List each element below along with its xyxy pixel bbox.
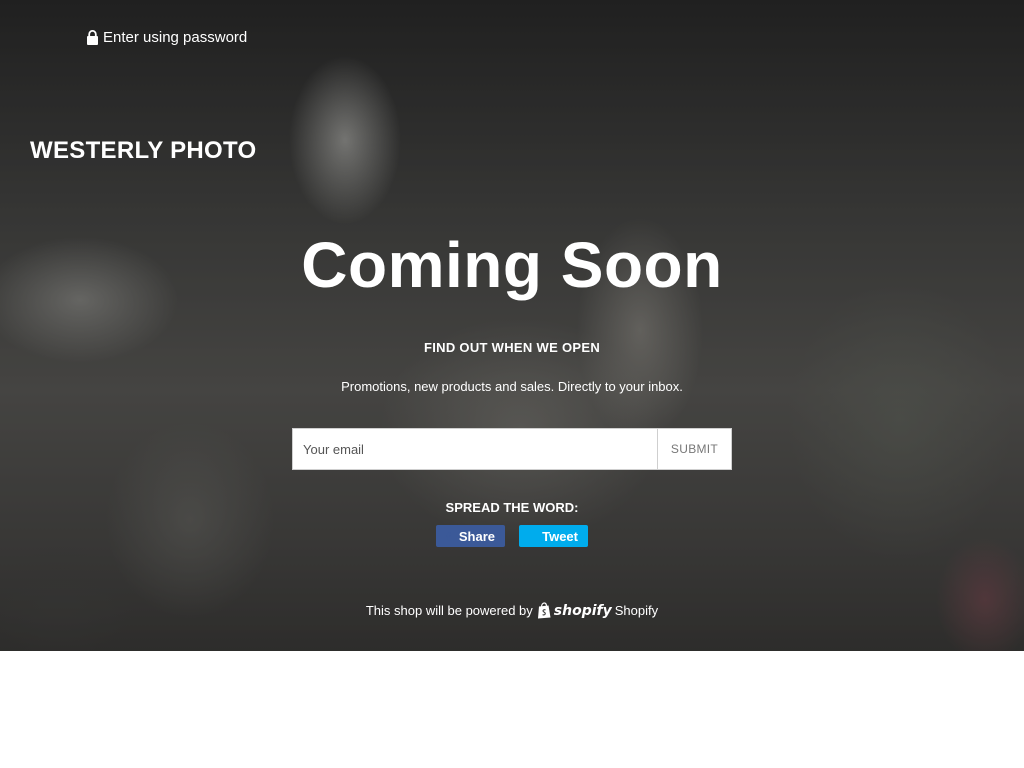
facebook-icon	[446, 532, 451, 541]
powered-by-footer: This shop will be powered by shopify Sho…	[0, 602, 1024, 619]
newsletter-description: Promotions, new products and sales. Dire…	[341, 379, 683, 394]
shopify-bag-icon	[537, 602, 551, 619]
enter-password-label: Enter using password	[103, 29, 248, 46]
background-overlay	[0, 0, 1024, 651]
page-title: Coming Soon	[301, 229, 723, 301]
twitter-tweet-button[interactable]: Tweet	[519, 525, 588, 547]
store-name: WESTERLY PHOTO	[30, 137, 257, 164]
shopify-link-label: Shopify	[614, 603, 659, 618]
newsletter-heading: FIND OUT WHEN WE OPEN	[423, 340, 601, 355]
facebook-share-label: Share	[458, 528, 495, 544]
hero-section: Enter using password WESTERLY PHOTO Comi…	[0, 0, 1024, 651]
twitter-tweet-label: Tweet	[542, 528, 578, 544]
newsletter-form: Submit	[292, 428, 732, 470]
share-heading: SPREAD THE WORD:	[445, 500, 579, 515]
shopify-logo: shopify	[537, 602, 612, 619]
share-buttons: Share Tweet	[0, 525, 1024, 547]
twitter-icon	[527, 532, 536, 540]
facebook-share-button[interactable]: Share	[436, 525, 505, 547]
submit-button[interactable]: Submit	[657, 428, 732, 470]
shopify-link[interactable]: shopify Shopify	[537, 602, 658, 619]
lock-icon	[87, 30, 98, 45]
enter-password-link[interactable]: Enter using password	[86, 29, 247, 46]
email-input[interactable]	[292, 428, 657, 470]
powered-by-text: This shop will be powered by	[365, 603, 533, 618]
shopify-wordmark: shopify	[553, 602, 612, 619]
